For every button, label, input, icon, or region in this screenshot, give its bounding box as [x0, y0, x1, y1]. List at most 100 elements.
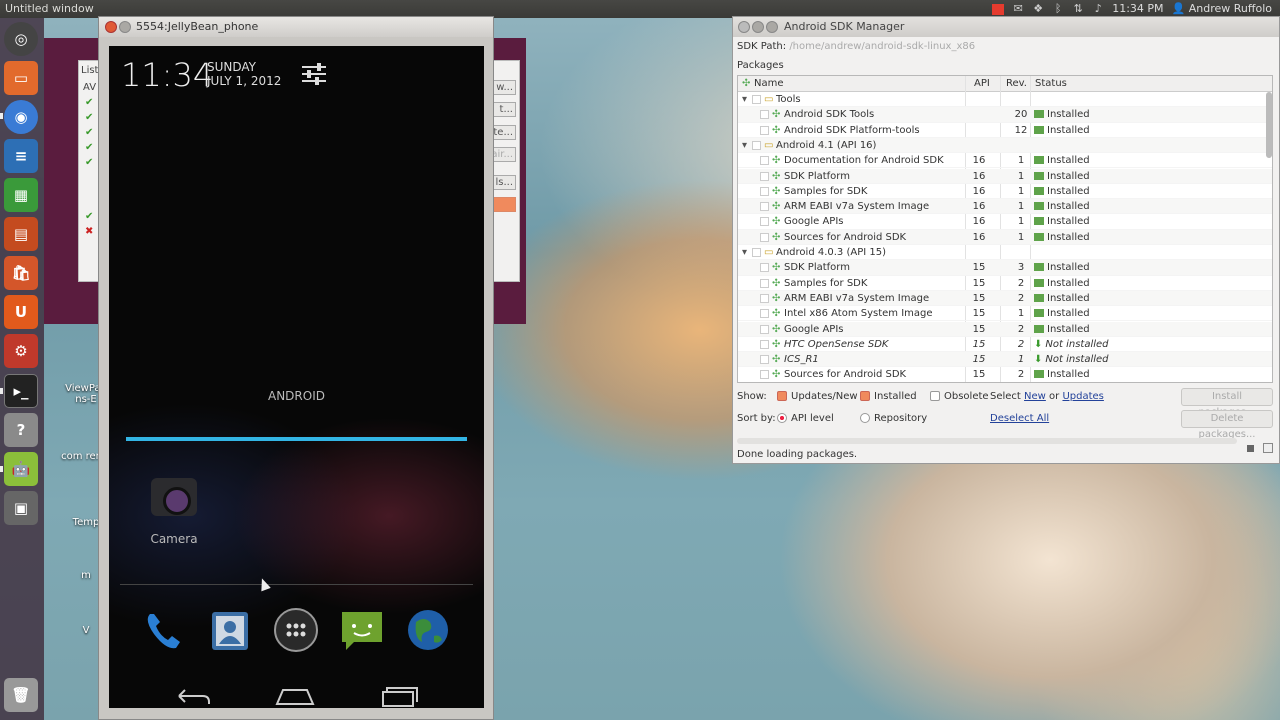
alert-icon[interactable]	[992, 3, 1005, 15]
minimize-icon[interactable]	[752, 21, 764, 33]
table-row[interactable]: ✣ Intel x86 Atom System Image 15 1 Installed	[738, 306, 1272, 322]
packages-table[interactable]: ✣ Name API Rev. Status ▾ ▭ Tools ✣ Android S…	[737, 75, 1273, 383]
row-checkbox[interactable]	[760, 186, 769, 196]
col-rev[interactable]: Rev.	[1006, 78, 1027, 89]
android-sdk-icon[interactable]: 🤖	[4, 452, 38, 486]
table-row[interactable]: ✣ ARM EABI v7a System Image 15 2 Installed	[738, 290, 1272, 307]
messaging-icon[interactable]	[338, 606, 386, 654]
row-checkbox[interactable]	[760, 324, 769, 334]
writer-icon[interactable]: ≡	[4, 139, 38, 173]
row-checkbox[interactable]	[752, 140, 761, 150]
row-checkbox[interactable]	[760, 355, 769, 365]
table-row[interactable]: ✣ Google APIs 16 1 Installed	[738, 214, 1272, 230]
row-checkbox[interactable]	[760, 110, 769, 120]
close-icon[interactable]	[738, 21, 750, 33]
ubuntu-one-icon[interactable]: U	[4, 295, 38, 329]
table-scrollbar[interactable]	[1266, 92, 1272, 158]
table-row[interactable]: ✣ Samples for SDK 16 1 Installed	[738, 184, 1272, 200]
recent-apps-icon[interactable]	[379, 684, 419, 708]
trash-icon[interactable]: 🗑	[4, 678, 38, 712]
row-checkbox[interactable]	[760, 278, 769, 288]
table-row[interactable]: ✣ HTC OpenSense SDK 15 2 ⬇ Not installed	[738, 337, 1272, 353]
table-row[interactable]: ✣ Sources for Android SDK 15 2 Installed	[738, 367, 1272, 382]
installed-checkbox[interactable]: Installed	[860, 391, 917, 402]
running-indicator	[0, 388, 3, 394]
row-checkbox[interactable]	[760, 309, 769, 319]
install-packages-button[interactable]: Install packages...	[1181, 388, 1273, 418]
home-icon[interactable]	[275, 684, 315, 708]
row-checkbox[interactable]	[760, 293, 769, 303]
updates-new-checkbox[interactable]: Updates/New	[777, 391, 858, 402]
log-icon[interactable]	[1263, 443, 1273, 453]
row-checkbox[interactable]	[760, 202, 769, 212]
sdk-titlebar[interactable]: Android SDK Manager	[733, 17, 1279, 37]
row-checkbox[interactable]	[760, 370, 769, 380]
package-rev: 1	[1017, 201, 1025, 213]
impress-icon[interactable]: ▤	[4, 217, 38, 251]
sdk-title: Android SDK Manager	[784, 20, 905, 33]
chromium-icon[interactable]: ◉	[4, 100, 38, 134]
expand-icon[interactable]: ▾	[742, 245, 747, 260]
terminal-icon[interactable]: ▸_	[4, 374, 38, 408]
expand-icon[interactable]: ▾	[742, 138, 747, 153]
row-checkbox[interactable]	[752, 95, 761, 104]
col-name[interactable]: Name	[754, 78, 784, 89]
android-screen[interactable]: 11:34 SUNDAY JULY 1, 2012 ANDROID Camera	[109, 46, 484, 708]
table-row[interactable]: ✣ Android SDK Tools 20 Installed	[738, 107, 1272, 123]
table-row[interactable]: ✣ ARM EABI v7a System Image 16 1 Installed	[738, 199, 1272, 215]
table-row[interactable]: ✣ Google APIs 15 2 Installed	[738, 321, 1272, 337]
row-checkbox[interactable]	[760, 339, 769, 349]
row-checkbox[interactable]	[760, 217, 769, 227]
select-updates-link[interactable]: Updates	[1062, 391, 1103, 402]
table-row[interactable]: ✣ SDK Platform 15 3 Installed	[738, 260, 1272, 276]
table-row[interactable]: ▾ ▭ Android 4.0.3 (API 15)	[738, 245, 1272, 261]
maximize-icon[interactable]	[766, 21, 778, 33]
files-icon[interactable]: ▭	[4, 61, 38, 95]
table-row[interactable]: ▾ ▭ Tools	[738, 92, 1272, 108]
package-icon: ✣	[772, 323, 781, 335]
sdk-path-value[interactable]: /home/andrew/android-sdk-linux_x86	[789, 41, 975, 52]
dash-icon[interactable]: ◎	[4, 22, 38, 56]
row-checkbox[interactable]	[760, 125, 769, 135]
back-icon[interactable]	[173, 684, 213, 708]
help-icon[interactable]: ?	[4, 413, 38, 447]
minimize-icon[interactable]	[119, 21, 131, 33]
table-row[interactable]: ✣ SDK Platform 16 1 Installed	[738, 168, 1272, 184]
expand-icon[interactable]: ▾	[742, 92, 747, 107]
package-rev: 2	[1017, 292, 1025, 304]
calc-icon[interactable]: ▦	[4, 178, 38, 212]
delete-packages-button[interactable]: Delete packages...	[1181, 410, 1273, 440]
table-row[interactable]: ▾ ▭ Android 4.1 (API 16)	[738, 137, 1272, 154]
status-label: Not installed	[1045, 338, 1109, 350]
emulator-titlebar[interactable]: 5554:JellyBean_phone	[99, 17, 493, 37]
row-checkbox[interactable]	[752, 248, 761, 257]
settings-icon[interactable]: ⚙	[4, 334, 38, 368]
close-icon[interactable]	[105, 21, 117, 33]
emulator-title: 5554:JellyBean_phone	[136, 20, 259, 33]
browser-icon[interactable]	[404, 606, 452, 654]
row-checkbox[interactable]	[760, 263, 769, 273]
col-api[interactable]: API	[974, 78, 990, 89]
camera-app[interactable]: Camera	[149, 478, 199, 546]
sort-repository-radio[interactable]: Repository	[860, 413, 927, 424]
contacts-icon[interactable]	[206, 606, 254, 654]
table-row[interactable]: ✣ Documentation for Android SDK 16 1 Install…	[738, 153, 1272, 169]
obsolete-checkbox[interactable]: Obsolete	[930, 391, 989, 402]
stop-icon[interactable]	[1247, 445, 1254, 452]
workspace-icon[interactable]: ▣	[4, 491, 38, 525]
sort-api-radio[interactable]: API level	[777, 413, 834, 424]
deselect-all-link[interactable]: Deselect All	[990, 413, 1049, 424]
row-checkbox[interactable]	[760, 232, 769, 242]
table-row[interactable]: ✣ ICS_R1 15 1 ⬇ Not installed	[738, 352, 1272, 368]
quick-settings-icon[interactable]	[301, 62, 327, 86]
table-row[interactable]: ✣ Sources for Android SDK 16 1 Installed	[738, 229, 1272, 245]
row-checkbox[interactable]	[760, 171, 769, 181]
table-row[interactable]: ✣ Android SDK Platform-tools 12 Installed	[738, 123, 1272, 138]
select-new-link[interactable]: New	[1024, 391, 1046, 402]
software-center-icon[interactable]: 🛍	[4, 256, 38, 290]
app-drawer-icon[interactable]	[272, 606, 320, 654]
table-row[interactable]: ✣ Samples for SDK 15 2 Installed	[738, 276, 1272, 291]
phone-icon[interactable]	[140, 606, 188, 654]
col-status[interactable]: Status	[1035, 78, 1067, 89]
row-checkbox[interactable]	[760, 156, 769, 166]
